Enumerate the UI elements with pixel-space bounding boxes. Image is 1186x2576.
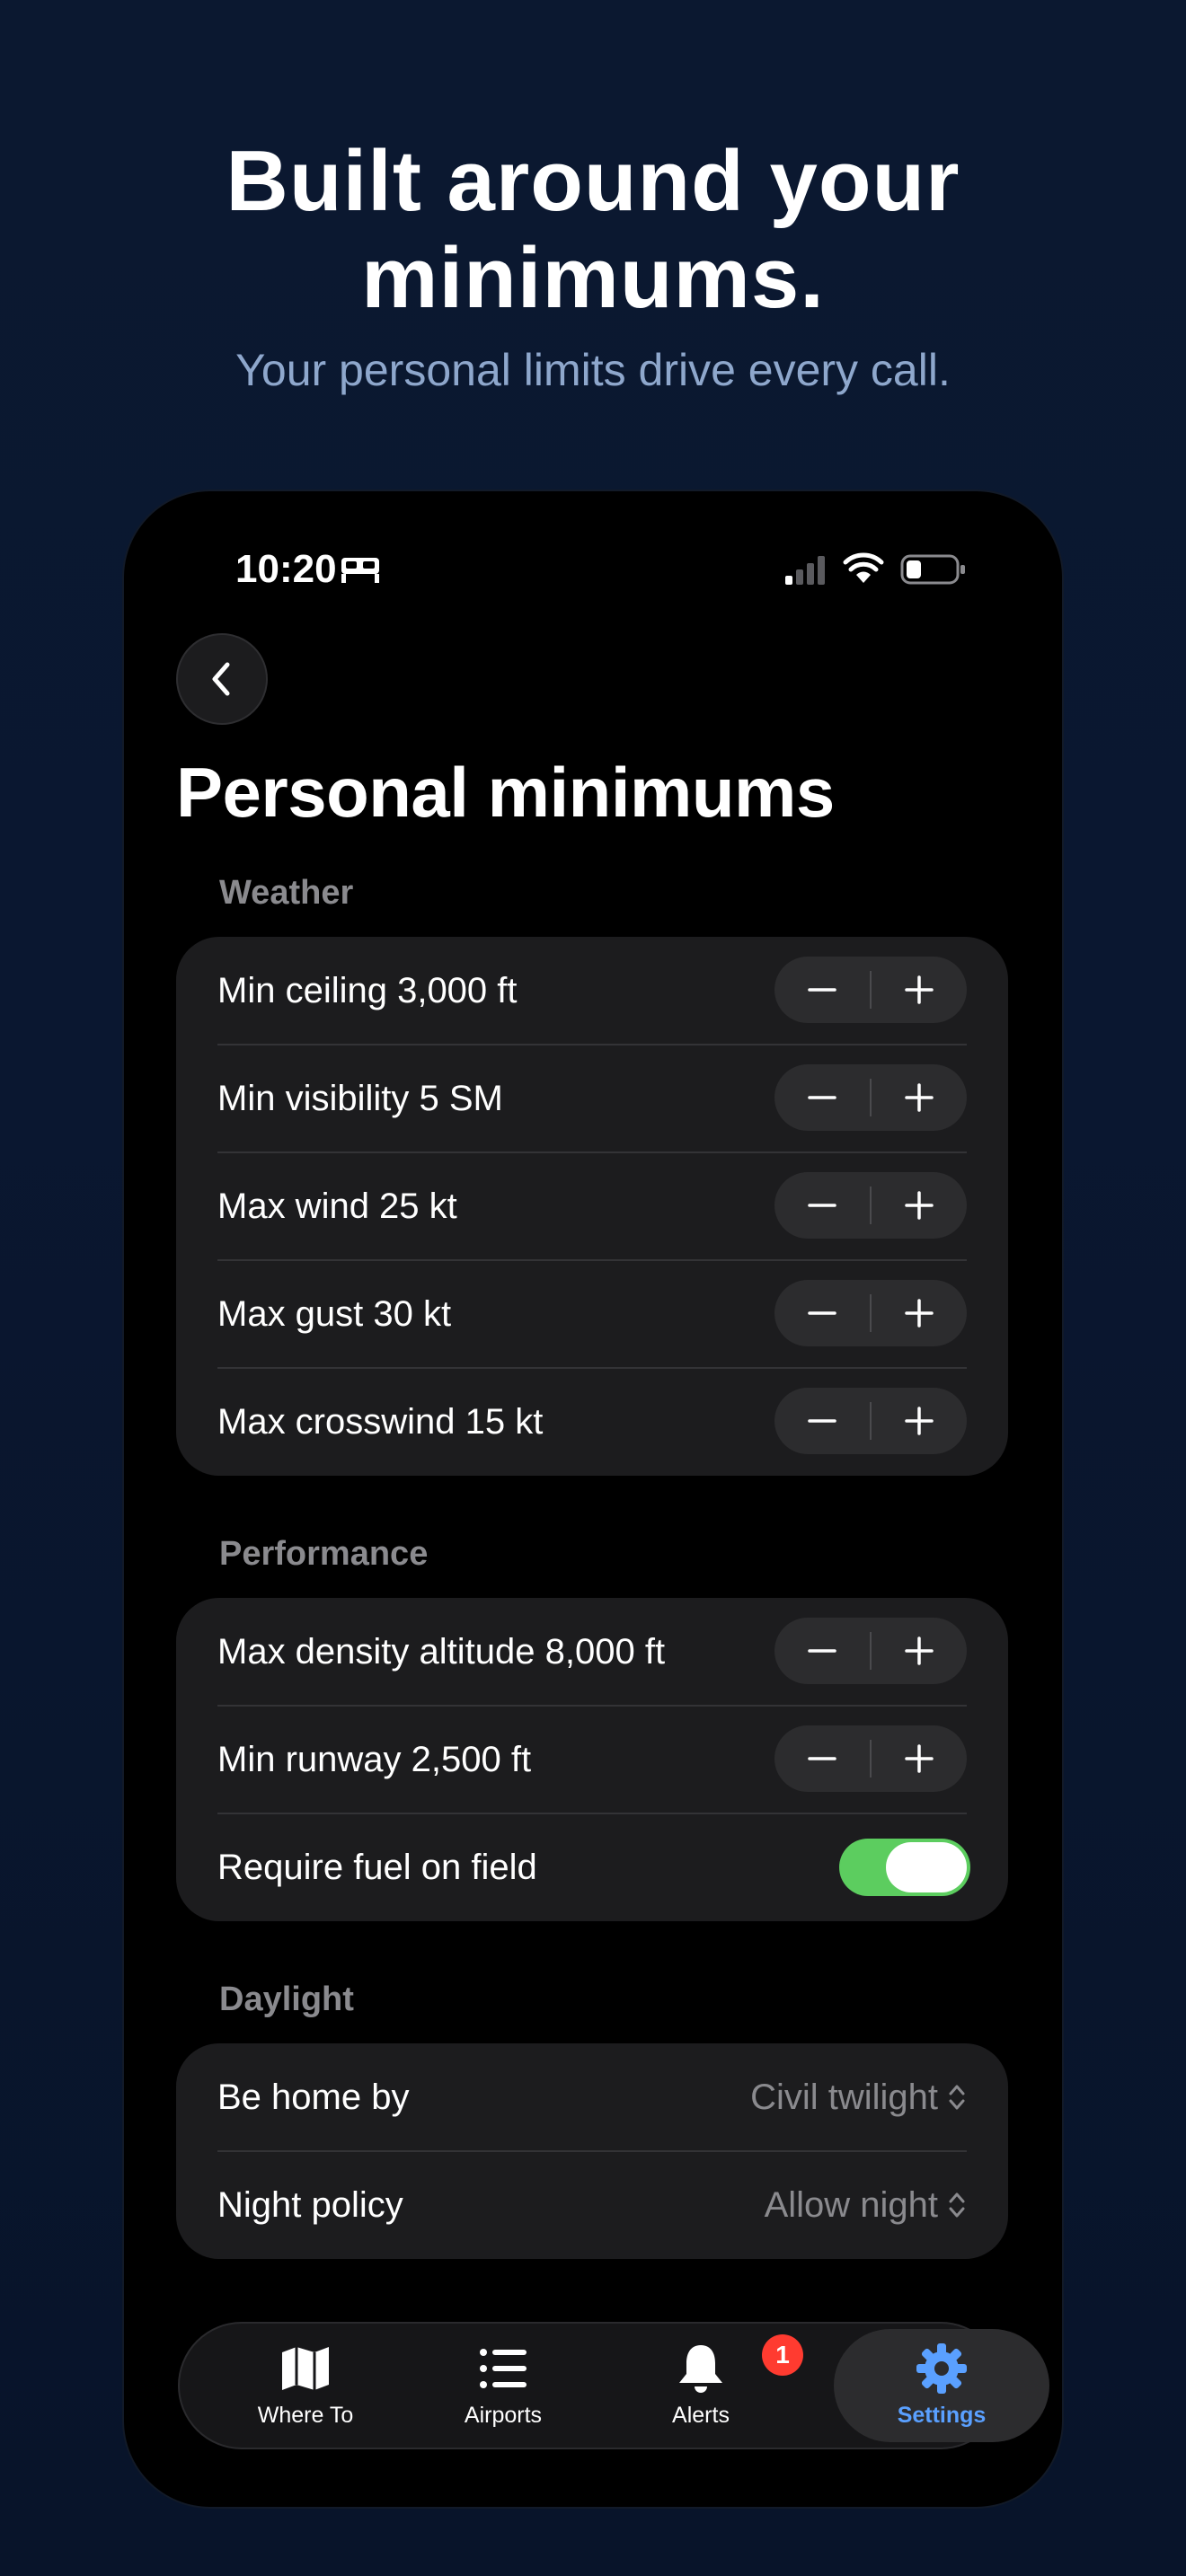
chevron-up-down-icon [949,2192,965,2218]
list-item: Be home by Civil twilight [217,2043,967,2151]
row-label: Be home by [217,2078,410,2117]
visibility-stepper [774,1064,967,1131]
minus-icon [808,1204,836,1207]
gear-icon [916,2343,967,2394]
row-label: Night policy [217,2185,403,2225]
picker-value: Allow night [764,2185,938,2225]
wifi-icon [843,552,884,583]
list-item: Max gust 30 kt [217,1260,967,1368]
list-item: Max density altitude 8,000 ft [217,1598,967,1706]
chevron-up-down-icon [949,2085,965,2110]
minus-icon [808,1649,836,1653]
plus-icon [905,975,934,1004]
increment-button[interactable] [872,1725,967,1792]
tab-label: Where To [257,2403,354,2428]
picker-value: Civil twilight [750,2078,938,2117]
list-item: Min runway 2,500 ft [217,1706,967,1813]
decrement-button[interactable] [774,1172,870,1239]
density-altitude-stepper [774,1618,967,1684]
page-title: Personal minimums [176,753,835,832]
phone-screen: 10:20 Personal minimums Weather Min ceil… [124,491,1062,2507]
section-header-daylight: Daylight [219,1981,354,2018]
row-label: Require fuel on field [217,1848,537,1887]
gust-stepper [774,1280,967,1346]
row-label: Min runway 2,500 ft [217,1740,532,1779]
increment-button[interactable] [872,1280,967,1346]
section-header-weather: Weather [219,874,354,912]
list-item: Min ceiling 3,000 ft [217,937,967,1045]
decrement-button[interactable] [774,1388,870,1454]
list-item: Max crosswind 15 kt [217,1368,967,1476]
runway-stepper [774,1725,967,1792]
minus-icon [808,1757,836,1760]
crosswind-stepper [774,1388,967,1454]
plus-icon [905,1299,934,1328]
plus-icon [905,1407,934,1435]
plus-icon [905,1191,934,1220]
night-policy-picker[interactable]: Allow night [765,2151,967,2259]
tab-bar: Where To Airports Alerts 1 Settings [178,2322,1049,2449]
status-time: 10:20 [235,547,337,591]
decrement-button[interactable] [774,1725,870,1792]
plus-icon [905,1636,934,1665]
fuel-toggle[interactable] [839,1839,970,1896]
tab-settings[interactable]: Settings [843,2324,1040,2448]
performance-card: Max density altitude 8,000 ft Min runway… [176,1598,1008,1921]
battery-icon [900,554,965,585]
weather-card: Min ceiling 3,000 ft Min visibility 5 SM… [176,937,1008,1476]
list-item: Max wind 25 kt [217,1152,967,1260]
tab-where-to[interactable]: Where To [207,2324,404,2448]
chevron-left-icon [212,662,230,696]
bell-icon [679,2345,722,2393]
increment-button[interactable] [872,1064,967,1131]
wind-stepper [774,1172,967,1239]
decrement-button[interactable] [774,957,870,1023]
ceiling-stepper [774,957,967,1023]
hero-title-text: Built around your minimums. [226,133,960,326]
bed-icon [341,558,379,583]
hero-subtitle: Your personal limits drive every call. [235,345,951,395]
plus-icon [905,1744,934,1773]
tab-label: Settings [897,2403,987,2428]
row-label: Max wind 25 kt [217,1187,457,1226]
alert-badge: 1 [762,2334,803,2376]
increment-button[interactable] [872,1172,967,1239]
decrement-button[interactable] [774,1280,870,1346]
home-by-picker[interactable]: Civil twilight [750,2043,967,2151]
decrement-button[interactable] [774,1064,870,1131]
list-item: Require fuel on field [217,1813,970,1921]
row-label: Min ceiling 3,000 ft [217,971,518,1010]
list-icon [480,2349,527,2388]
signal-icon [785,556,825,585]
tab-label: Alerts [672,2403,730,2428]
hero-title: Built around your minimums. [0,133,1186,327]
list-item: Night policy Allow night [217,2151,967,2259]
list-item: Min visibility 5 SM [217,1045,967,1152]
increment-button[interactable] [872,957,967,1023]
minus-icon [808,1311,836,1315]
tab-label: Airports [464,2403,543,2428]
minus-icon [808,1419,836,1423]
increment-button[interactable] [872,1388,967,1454]
minus-icon [808,1096,836,1099]
minus-icon [808,988,836,992]
increment-button[interactable] [872,1618,967,1684]
row-label: Max crosswind 15 kt [217,1402,544,1442]
plus-icon [905,1083,934,1112]
tab-airports[interactable]: Airports [404,2324,602,2448]
row-label: Min visibility 5 SM [217,1079,503,1118]
section-header-performance: Performance [219,1535,429,1573]
map-icon [282,2347,329,2390]
toggle-knob [886,1842,967,1892]
row-label: Max density altitude 8,000 ft [217,1632,666,1672]
decrement-button[interactable] [774,1618,870,1684]
row-label: Max gust 30 kt [217,1294,452,1334]
back-button[interactable] [176,633,268,725]
daylight-card: Be home by Civil twilight Night policy A… [176,2043,1008,2259]
